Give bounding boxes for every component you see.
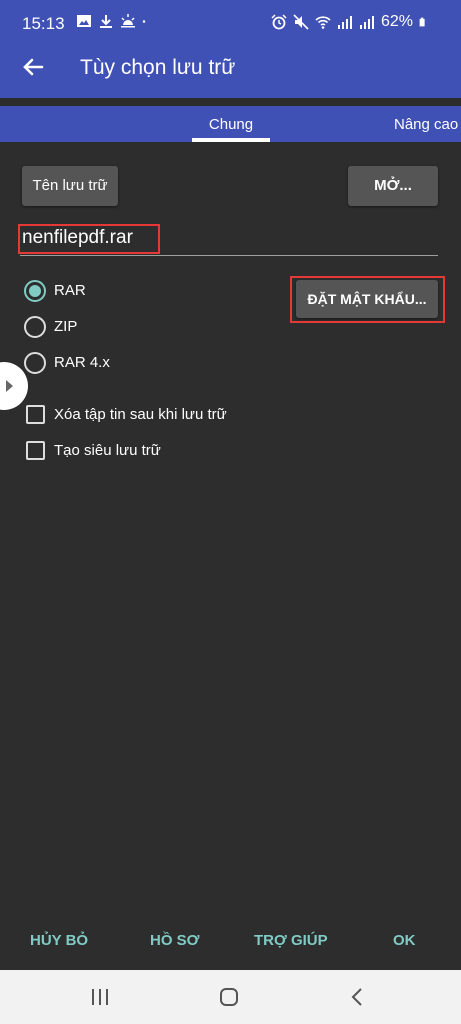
page-title: Tùy chọn lưu trữ [80,56,236,79]
back-icon[interactable] [347,986,369,1008]
download-icon [100,15,112,28]
battery-percent: 62% [380,13,413,30]
status-time: 15:13 [22,14,65,33]
help-button[interactable]: TRỢ GIÚP [254,932,328,949]
archive-name-field [20,224,438,256]
ok-button[interactable]: OK [393,932,416,949]
sunrise-icon [121,14,135,28]
set-password-button[interactable]: ĐẶT MẬT KHẨU... [296,280,438,318]
radio-circle [24,280,46,302]
checkbox-box [26,405,45,424]
status-right-icons: 62% [271,13,429,31]
recent-apps-icon[interactable] [89,986,111,1008]
tab-indicator [192,138,270,142]
home-icon[interactable] [218,986,240,1008]
battery-icon [419,17,425,27]
tab-advanced[interactable]: Nâng cao [394,116,458,133]
app-bar: Tùy chọn lưu trữ [0,38,461,98]
alarm-icon [271,14,287,30]
dialog-footer: HỦY BỎ HỒ SƠ TRỢ GIÚP OK [0,922,461,962]
radio-rar[interactable]: RAR [24,280,224,304]
checkbox-box [26,441,45,460]
radio-zip[interactable]: ZIP [24,316,224,340]
checkbox-delete-after[interactable]: Xóa tập tin sau khi lưu trữ [24,404,284,428]
status-bar: 15:13 62% [0,0,461,38]
image-icon [77,15,91,27]
signal-icon [337,16,352,29]
tab-general[interactable]: Chung [192,116,270,133]
radio-circle [24,316,46,338]
tab-bar: Chung Nâng cao [0,106,461,142]
chevron-right-icon [6,380,13,392]
status-left-icons [76,13,150,29]
back-arrow-icon[interactable] [18,52,48,82]
radio-circle [24,352,46,374]
signal-icon-2 [359,16,374,29]
open-button[interactable]: MỞ... [348,166,438,206]
radio-label: RAR 4.x [54,354,110,371]
mute-icon [293,14,309,30]
radio-label: RAR [54,282,86,299]
archive-name-button[interactable]: Tên lưu trữ [22,166,118,206]
checkbox-solid-archive[interactable]: Tạo siêu lưu trữ [24,440,284,464]
profile-button[interactable]: HỒ SƠ [150,932,199,949]
archive-name-input[interactable] [20,224,438,252]
checkbox-label: Xóa tập tin sau khi lưu trữ [54,406,227,423]
navigation-bar [0,970,461,1024]
wifi-icon [315,16,331,29]
radio-label: ZIP [54,318,78,335]
cancel-button[interactable]: HỦY BỎ [30,932,88,949]
dot-icon [142,20,146,23]
checkbox-label: Tạo siêu lưu trữ [54,442,161,459]
radio-rar4[interactable]: RAR 4.x [24,352,224,376]
